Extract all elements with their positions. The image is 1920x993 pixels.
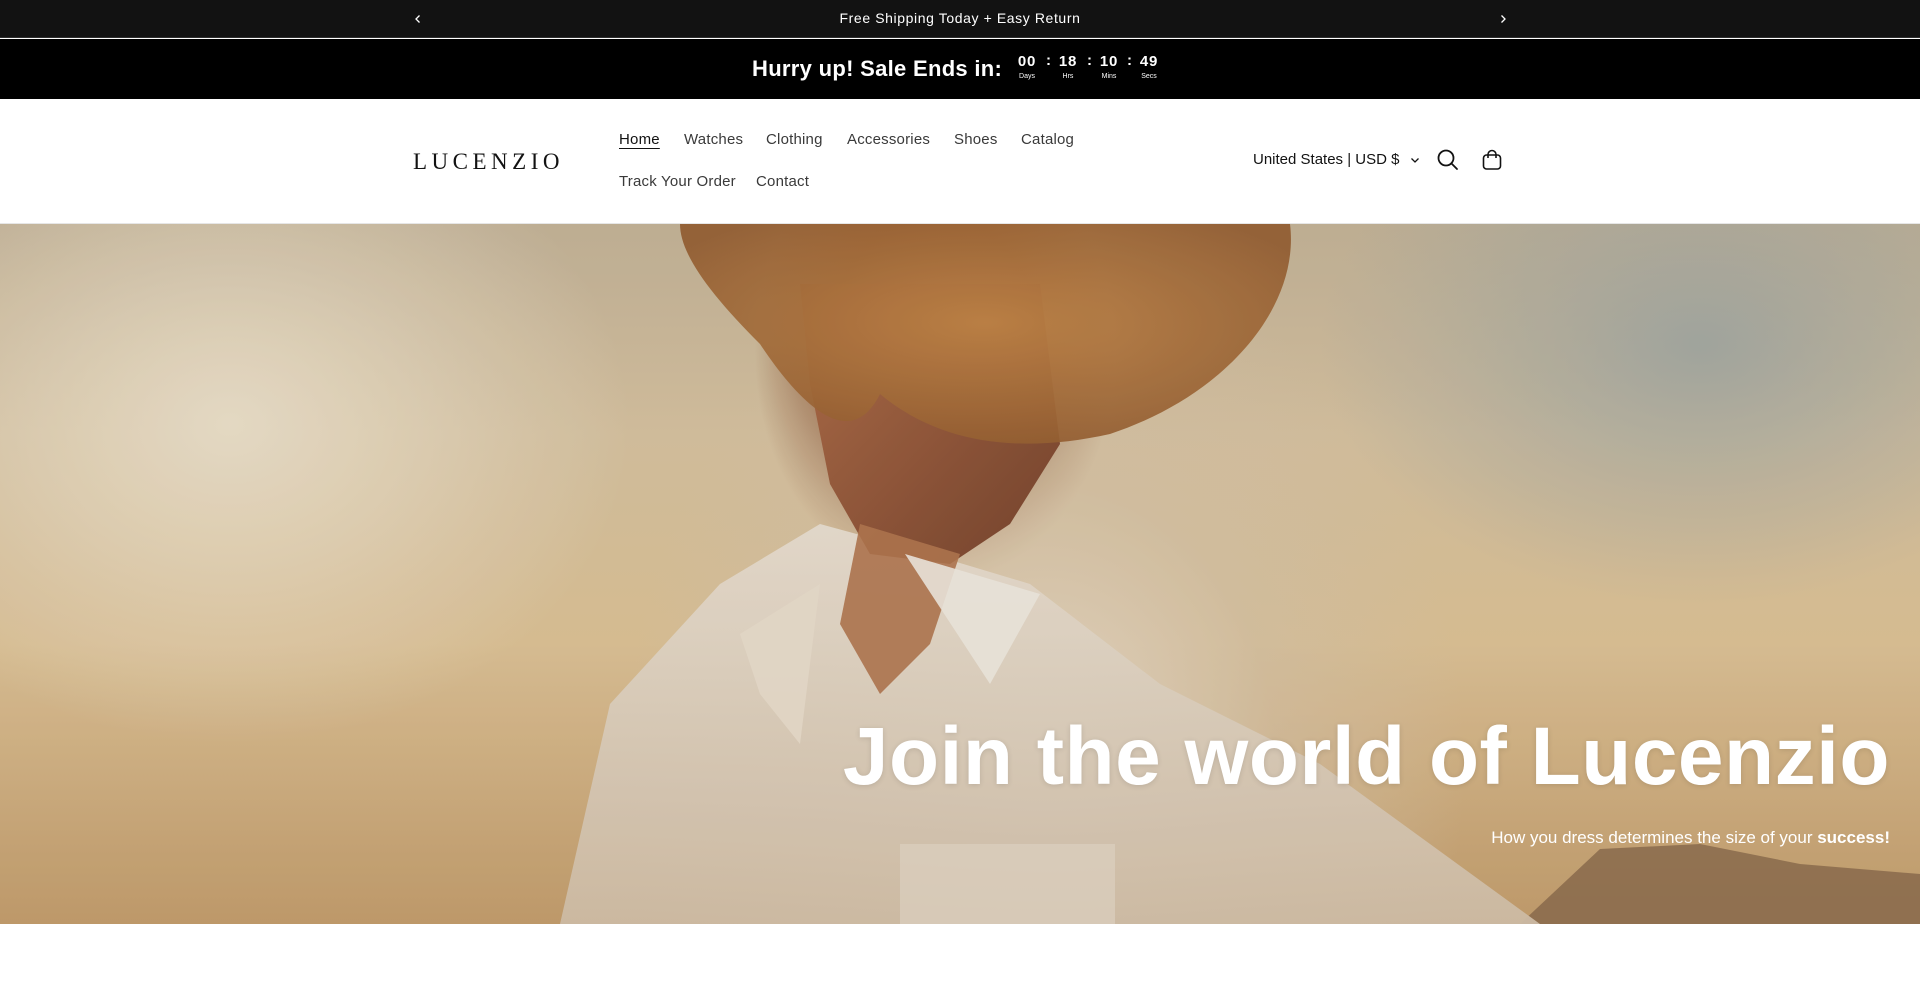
countdown-seconds-label: Secs	[1141, 73, 1157, 80]
hero-subtitle-text: How you dress determines the size of you…	[1491, 828, 1818, 847]
cart-icon	[1478, 149, 1506, 178]
hero-title: Join the world of Lucenzio	[842, 711, 1890, 802]
countdown-minutes-label: Mins	[1101, 73, 1117, 80]
countdown-bar: Hurry up! Sale Ends in: 00 Days : 18 Hrs…	[0, 39, 1920, 99]
chevron-right-icon	[1498, 10, 1508, 26]
cart-button[interactable]	[1478, 146, 1506, 174]
countdown-days-label: Days	[1019, 73, 1035, 80]
nav-clothing[interactable]: Clothing	[766, 131, 823, 148]
country-currency-selector[interactable]: United States | USD $	[1253, 151, 1420, 168]
countdown-heading: Hurry up! Sale Ends in:	[752, 56, 1003, 81]
nav-track-your-order[interactable]: Track Your Order	[619, 173, 736, 190]
nav-catalog[interactable]: Catalog	[1021, 131, 1074, 148]
nav-contact[interactable]: Contact	[756, 173, 809, 190]
announcement-text: Free Shipping Today + Easy Return	[839, 10, 1081, 26]
announcement-next-button[interactable]	[1491, 6, 1515, 30]
nav-accessories[interactable]: Accessories	[847, 131, 930, 148]
countdown-days: 00 Days	[1012, 53, 1042, 82]
logo[interactable]: LUCENZIO	[413, 149, 564, 175]
countdown-minutes: 10 Mins	[1094, 53, 1124, 82]
countdown-separator: :	[1087, 52, 1092, 69]
countdown-separator: :	[1046, 52, 1051, 69]
search-icon	[1434, 149, 1462, 178]
announcement-bar: Free Shipping Today + Easy Return	[0, 0, 1920, 38]
search-button[interactable]	[1434, 146, 1462, 174]
hero-subtitle: How you dress determines the size of you…	[1491, 828, 1890, 848]
nav-shoes[interactable]: Shoes	[954, 131, 998, 148]
site-header: LUCENZIO Home Watches Clothing Accessori…	[0, 99, 1920, 224]
hero-banner: Join the world of Lucenzio How you dress…	[0, 224, 1920, 924]
countdown-days-value: 00	[1017, 53, 1037, 70]
nav-home[interactable]: Home	[619, 131, 660, 148]
countdown-hours-value: 18	[1058, 53, 1078, 70]
country-currency-label: United States | USD $	[1253, 151, 1400, 168]
countdown-minutes-value: 10	[1099, 53, 1119, 70]
hero-subtitle-emphasis: success!	[1817, 828, 1890, 847]
nav-watches[interactable]: Watches	[684, 131, 743, 148]
countdown-separator: :	[1127, 52, 1132, 69]
countdown-hours-label: Hrs	[1062, 73, 1074, 80]
countdown-seconds: 49 Secs	[1134, 53, 1164, 82]
countdown-hours: 18 Hrs	[1053, 53, 1083, 82]
hero-overlay	[0, 224, 1920, 924]
countdown-seconds-value: 49	[1139, 53, 1159, 70]
chevron-down-icon	[1404, 151, 1420, 168]
